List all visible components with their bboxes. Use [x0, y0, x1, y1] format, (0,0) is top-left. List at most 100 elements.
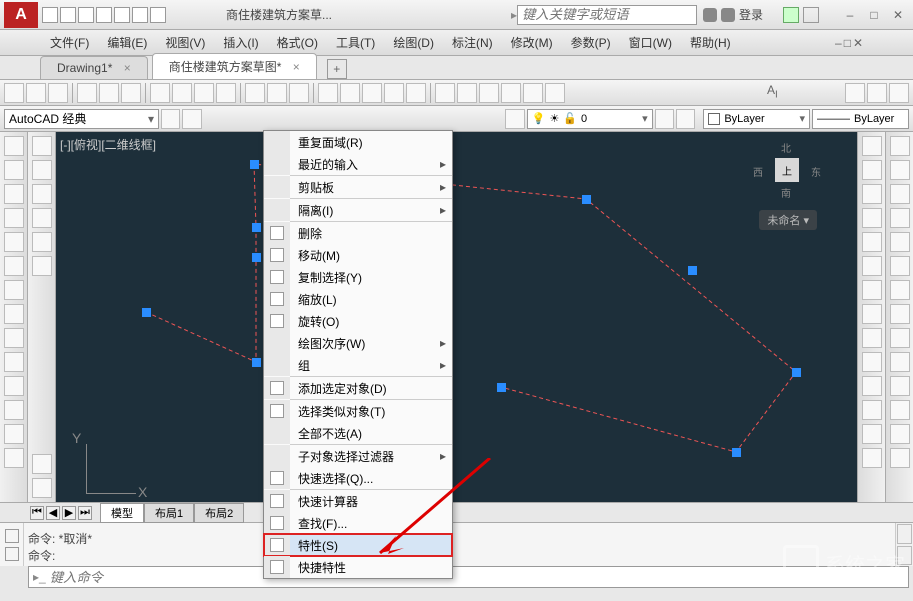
close-button[interactable]: ✕ — [887, 7, 909, 23]
menu-view[interactable]: 视图(V) — [165, 34, 205, 51]
calculator-icon[interactable] — [545, 83, 565, 103]
command-input[interactable] — [50, 570, 904, 585]
copy-icon[interactable] — [172, 83, 192, 103]
massprops-icon[interactable] — [890, 304, 910, 324]
tool3-icon[interactable] — [890, 376, 910, 396]
point-icon[interactable] — [4, 448, 24, 468]
hatch-icon[interactable] — [32, 136, 52, 156]
viewcube-face[interactable]: 上 — [775, 158, 799, 182]
locate-icon[interactable] — [890, 280, 910, 300]
properties-icon[interactable] — [435, 83, 455, 103]
mirror-icon[interactable] — [862, 184, 882, 204]
arc-icon[interactable] — [4, 256, 24, 276]
maximize-button[interactable]: □ — [863, 7, 885, 23]
menu-item[interactable]: 重复面域(R) — [264, 131, 452, 153]
new-icon[interactable] — [4, 83, 24, 103]
scroll-down-icon[interactable] — [897, 546, 912, 566]
minimize-button[interactable]: – — [839, 7, 861, 23]
insert-block-icon[interactable] — [4, 400, 24, 420]
last-icon[interactable]: ⏭ — [78, 506, 92, 520]
zoom-icon[interactable] — [406, 83, 426, 103]
login-button[interactable]: 登录 — [703, 6, 763, 23]
command-line-icon[interactable] — [32, 454, 52, 474]
layer-states-icon[interactable] — [655, 109, 674, 129]
layout-tab-model[interactable]: 模型 — [100, 503, 144, 523]
print-icon[interactable] — [77, 83, 97, 103]
command-line-handle[interactable] — [0, 523, 24, 566]
menu-dimension[interactable]: 标注(N) — [452, 34, 493, 51]
line-icon[interactable] — [4, 136, 24, 156]
polygon-icon[interactable] — [4, 208, 24, 228]
color-combo[interactable]: ByLayer ▾ — [703, 109, 810, 129]
make-block-icon[interactable] — [4, 424, 24, 444]
menu-item[interactable]: 复制选择(Y) — [264, 266, 452, 288]
sheet-set-icon[interactable] — [501, 83, 521, 103]
menu-help[interactable]: 帮助(H) — [690, 34, 731, 51]
mdi-restore-button[interactable]: □ — [844, 36, 851, 50]
trim-icon[interactable] — [862, 352, 882, 372]
mdi-minimize-button[interactable]: – — [835, 36, 842, 50]
area-icon[interactable] — [890, 208, 910, 228]
text-icon[interactable] — [845, 83, 865, 103]
clean-screen-icon[interactable] — [32, 478, 52, 498]
offset-icon[interactable] — [862, 208, 882, 228]
zoom-previous-icon[interactable] — [384, 83, 404, 103]
cmd-scrollbar[interactable] — [895, 523, 913, 566]
ellipse-arc-icon[interactable] — [4, 376, 24, 396]
new-tab-button[interactable]: + — [327, 59, 347, 79]
break-icon[interactable] — [862, 400, 882, 420]
menu-format[interactable]: 格式(O) — [277, 34, 318, 51]
tab-current[interactable]: 商住楼建筑方案草图* × — [152, 53, 317, 79]
menu-file[interactable]: 文件(F) — [50, 34, 89, 51]
menu-item[interactable]: 快速选择(Q)... — [264, 467, 452, 489]
menu-item[interactable]: 特性(S) — [264, 534, 452, 556]
exchange-icon[interactable] — [783, 7, 799, 23]
redo-icon[interactable] — [289, 83, 309, 103]
spline-icon[interactable] — [4, 328, 24, 348]
menu-item[interactable]: 组▸ — [264, 354, 452, 376]
explode-icon[interactable] — [890, 160, 910, 180]
tab-drawing1[interactable]: Drawing1* × — [40, 56, 148, 79]
undo-icon[interactable] — [267, 83, 287, 103]
menu-item[interactable]: 隔离(I)▸ — [264, 199, 452, 221]
publish-icon[interactable] — [121, 83, 141, 103]
workspace-combo[interactable]: AutoCAD 经典 ▾ — [4, 109, 159, 129]
layer-manager-icon[interactable] — [676, 109, 695, 129]
move-icon[interactable] — [862, 256, 882, 276]
pan-icon[interactable] — [318, 83, 338, 103]
menu-item[interactable]: 快捷特性 — [264, 556, 452, 578]
app-logo[interactable]: A — [4, 2, 38, 28]
prev-icon[interactable]: ◀ — [46, 506, 60, 520]
menu-draw[interactable]: 绘图(D) — [393, 34, 434, 51]
menu-item[interactable]: 快速计算器 — [264, 490, 452, 512]
tool6-icon[interactable] — [890, 448, 910, 468]
id-icon[interactable] — [890, 256, 910, 276]
menu-item[interactable]: 子对象选择过滤器▸ — [264, 445, 452, 467]
first-icon[interactable]: ⏮ — [30, 506, 44, 520]
rectangle-icon[interactable] — [4, 232, 24, 252]
table-icon[interactable] — [889, 83, 909, 103]
markup-icon[interactable] — [523, 83, 543, 103]
undo-icon[interactable] — [132, 7, 148, 23]
block-icon[interactable] — [245, 83, 265, 103]
workspace-gear-icon[interactable] — [182, 109, 201, 129]
menu-item[interactable]: 查找(F)... — [264, 512, 452, 534]
menu-tools[interactable]: 工具(T) — [336, 34, 375, 51]
menu-parametric[interactable]: 参数(P) — [571, 34, 611, 51]
layer-prev-icon[interactable] — [505, 109, 524, 129]
menu-edit[interactable]: 编辑(E) — [107, 34, 147, 51]
join-icon[interactable] — [862, 424, 882, 444]
menu-modify[interactable]: 修改(M) — [511, 34, 553, 51]
region-icon[interactable] — [32, 184, 52, 204]
tool-palettes-icon[interactable] — [479, 83, 499, 103]
scale-icon[interactable] — [862, 304, 882, 324]
fillet-icon[interactable] — [890, 136, 910, 156]
table-icon[interactable] — [32, 208, 52, 228]
tool2-icon[interactable] — [890, 352, 910, 372]
menu-window[interactable]: 窗口(W) — [629, 34, 672, 51]
zoom-window-icon[interactable] — [362, 83, 382, 103]
saveas-icon[interactable] — [96, 7, 112, 23]
menu-insert[interactable]: 插入(I) — [223, 34, 258, 51]
circle-icon[interactable] — [4, 280, 24, 300]
menu-item[interactable]: 绘图次序(W)▸ — [264, 332, 452, 354]
